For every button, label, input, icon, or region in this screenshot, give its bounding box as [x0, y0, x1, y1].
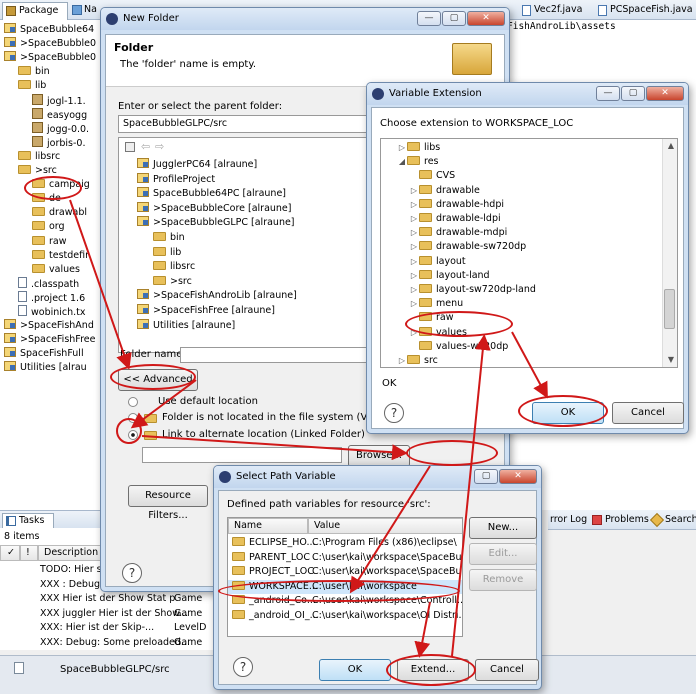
annotation-arrows [69, 199, 548, 658]
